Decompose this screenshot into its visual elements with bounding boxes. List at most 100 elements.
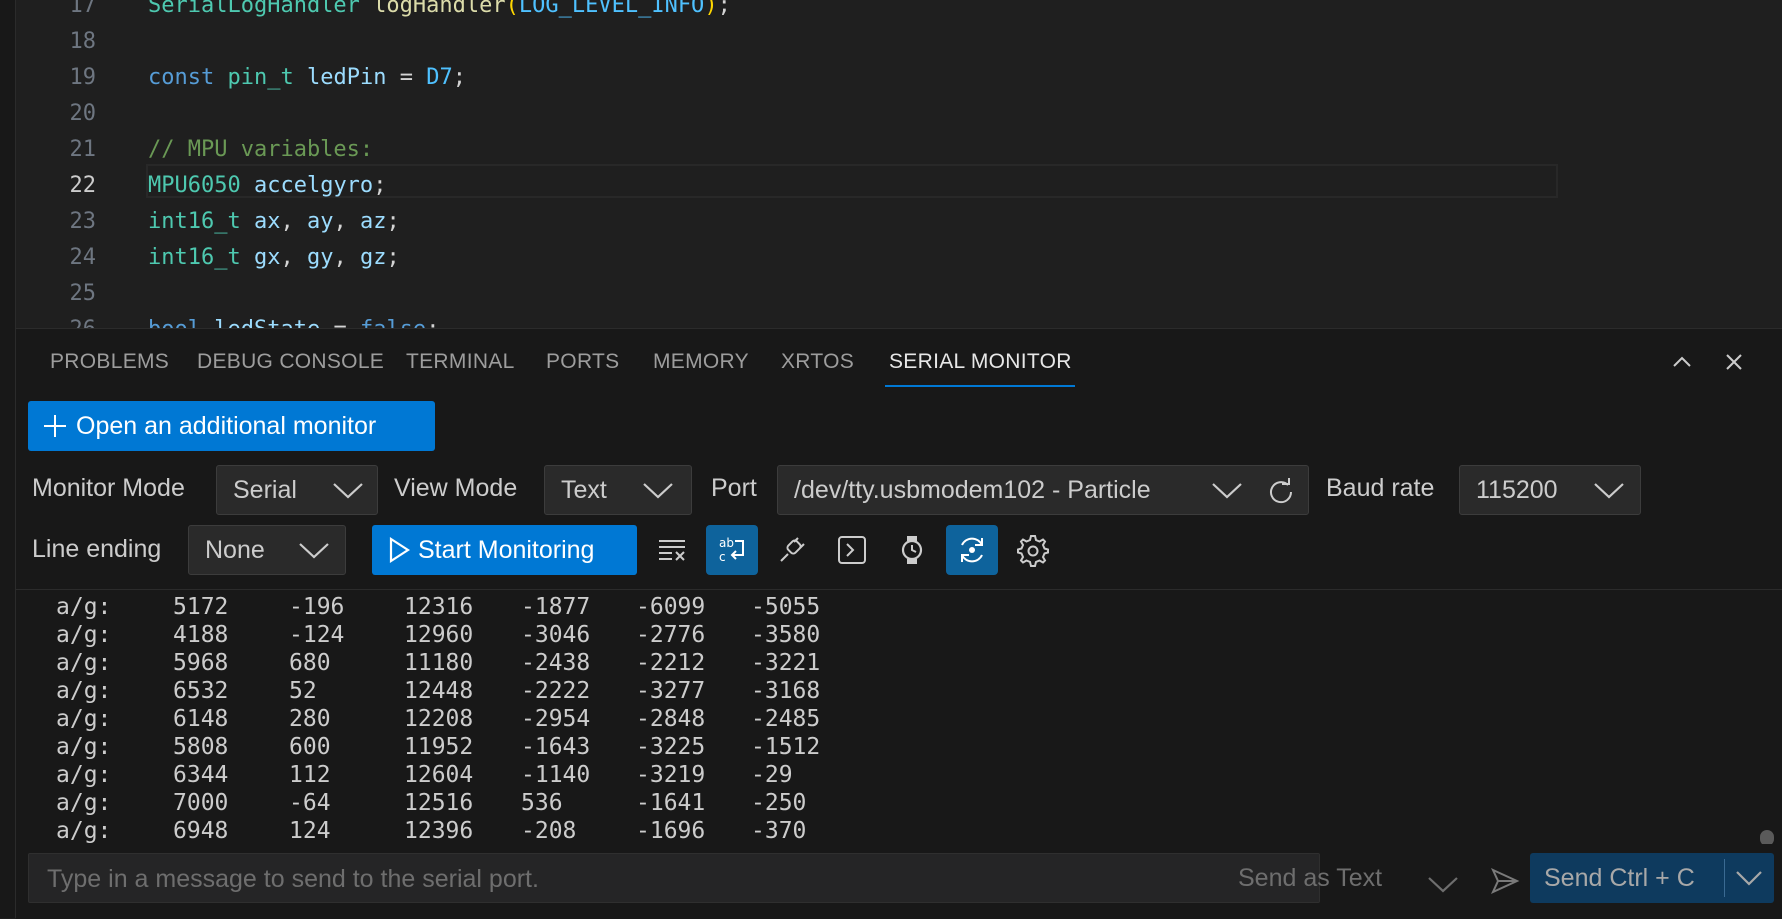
settings-gear-icon[interactable] (1006, 525, 1058, 575)
activity-bar-edge (0, 0, 16, 918)
output-value: -6099 (636, 594, 706, 620)
panel-tabs: PROBLEMS DEBUG CONSOLE TERMINAL PORTS ME… (16, 329, 1782, 389)
port-label: Port (711, 474, 757, 502)
start-monitoring-button[interactable]: Start Monitoring (372, 525, 637, 575)
clear-output-icon[interactable] (646, 525, 698, 575)
play-icon (388, 537, 410, 563)
send-as-select[interactable]: Send as Text (1238, 853, 1520, 903)
tab-debug-console[interactable]: DEBUG CONSOLE (197, 349, 384, 375)
code-line: 25 (16, 276, 1782, 312)
output-value: 52 (289, 678, 317, 704)
message-input[interactable] (29, 854, 1049, 904)
code-line: 22 MPU6050 accelgyro; (16, 168, 1782, 204)
serial-output[interactable]: a/g: 5172 -196 12316 -1877 -6099 -5055 a/g: 4188… (16, 589, 1782, 844)
auto-reconnect-toggle-icon[interactable] (946, 525, 998, 575)
line-number: 26 (16, 312, 97, 328)
output-value: 280 (289, 706, 331, 732)
output-value: 4188 (173, 622, 229, 648)
line-number: 17 (69, 0, 97, 18)
view-mode-label: View Mode (394, 474, 518, 502)
refresh-ports-icon[interactable] (1266, 476, 1296, 513)
output-prefix: a/g: (56, 762, 112, 788)
svg-text:ab: ab (719, 536, 734, 550)
output-value: 680 (289, 650, 331, 676)
output-value: 6532 (173, 678, 229, 704)
output-prefix: a/g: (56, 622, 112, 648)
code-line: 18 (16, 24, 1782, 60)
output-value: -2438 (521, 650, 591, 676)
monitor-mode-select[interactable]: Serial (216, 465, 378, 515)
output-value: -5055 (751, 594, 821, 620)
output-prefix: a/g: (56, 818, 112, 844)
close-panel-icon[interactable] (1719, 347, 1749, 377)
output-value: -3221 (751, 650, 821, 676)
output-value: 5968 (173, 650, 229, 676)
plug-disconnect-icon[interactable] (766, 525, 818, 575)
code-editor[interactable]: 17 SerialLogHandler logHandler(LOG_LEVEL_… (16, 0, 1782, 328)
output-value: 5808 (173, 734, 229, 760)
start-monitoring-label: Start Monitoring (418, 535, 595, 564)
plus-icon (42, 413, 68, 439)
code-text: // MPU variables: (148, 137, 374, 162)
output-value: -3277 (636, 678, 706, 704)
output-value: -1696 (636, 818, 706, 844)
output-prefix: a/g: (56, 734, 112, 760)
chevron-down-icon (1210, 478, 1244, 509)
code-text: SerialLogHandler logHandler(LOG_LEVEL_IN… (148, 0, 731, 18)
output-value: -2222 (521, 678, 591, 704)
output-value: 12316 (404, 594, 474, 620)
output-prefix: a/g: (56, 594, 112, 620)
message-input-box[interactable] (28, 853, 1320, 904)
chevron-down-icon (297, 538, 331, 569)
port-value: /dev/tty.usbmodem102 - Particle (794, 476, 1151, 504)
tab-problems[interactable]: PROBLEMS (50, 349, 169, 375)
output-value: -2485 (751, 706, 821, 732)
line-number: 21 (69, 137, 97, 162)
tab-terminal[interactable]: TERMINAL (406, 349, 515, 375)
view-mode-value: Text (561, 476, 607, 504)
output-value: 536 (521, 790, 563, 816)
code-line: 19 const pin_t ledPin = D7; (16, 60, 1782, 96)
svg-text:c: c (719, 550, 726, 564)
output-value: 12960 (404, 622, 474, 648)
code-text: const pin_t ledPin = D7; (148, 65, 466, 90)
tab-serial-monitor[interactable]: SERIAL MONITOR (889, 349, 1072, 375)
send-ctrl-c-label: Send Ctrl + C (1544, 864, 1695, 892)
output-value: 12604 (404, 762, 474, 788)
code-text: int16_t gx, gy, gz; (148, 245, 400, 270)
maximize-panel-icon[interactable] (1667, 347, 1697, 377)
word-wrap-toggle-icon[interactable]: ab c (706, 525, 758, 575)
open-additional-monitor-label: Open an additional monitor (76, 411, 377, 440)
chevron-down-icon[interactable] (1734, 867, 1764, 896)
output-value: -196 (289, 594, 345, 620)
output-prefix: a/g: (56, 650, 112, 676)
baud-rate-select[interactable]: 115200 (1459, 465, 1641, 515)
code-line: 24 int16_t gx, gy, gz; (16, 240, 1782, 276)
send-ctrl-c-button[interactable]: Send Ctrl + C (1530, 853, 1774, 903)
output-value: -3225 (636, 734, 706, 760)
output-value: -370 (751, 818, 807, 844)
output-scrollbar-thumb[interactable] (1760, 830, 1774, 844)
code-line: 21 // MPU variables: (16, 132, 1782, 168)
output-value: -3046 (521, 622, 591, 648)
output-value: 12448 (404, 678, 474, 704)
tab-ports[interactable]: PORTS (546, 349, 619, 375)
output-value: -64 (289, 790, 331, 816)
timestamp-watch-icon[interactable] (886, 525, 938, 575)
output-value: 12208 (404, 706, 474, 732)
line-ending-select[interactable]: None (188, 525, 346, 575)
tab-memory[interactable]: MEMORY (653, 349, 749, 375)
port-select[interactable]: /dev/tty.usbmodem102 - Particle (777, 465, 1309, 515)
bottom-panel: PROBLEMS DEBUG CONSOLE TERMINAL PORTS ME… (16, 328, 1782, 919)
output-value: -124 (289, 622, 345, 648)
terminal-icon[interactable] (826, 525, 878, 575)
output-value: 112 (289, 762, 331, 788)
view-mode-select[interactable]: Text (544, 465, 692, 515)
send-arrow-icon[interactable] (1490, 863, 1520, 913)
tab-xrtos[interactable]: XRTOS (781, 349, 854, 375)
output-prefix: a/g: (56, 678, 112, 704)
output-value: 11952 (404, 734, 474, 760)
output-value: -2848 (636, 706, 706, 732)
open-additional-monitor-button[interactable]: Open an additional monitor (28, 401, 435, 451)
monitor-mode-label: Monitor Mode (32, 474, 185, 502)
